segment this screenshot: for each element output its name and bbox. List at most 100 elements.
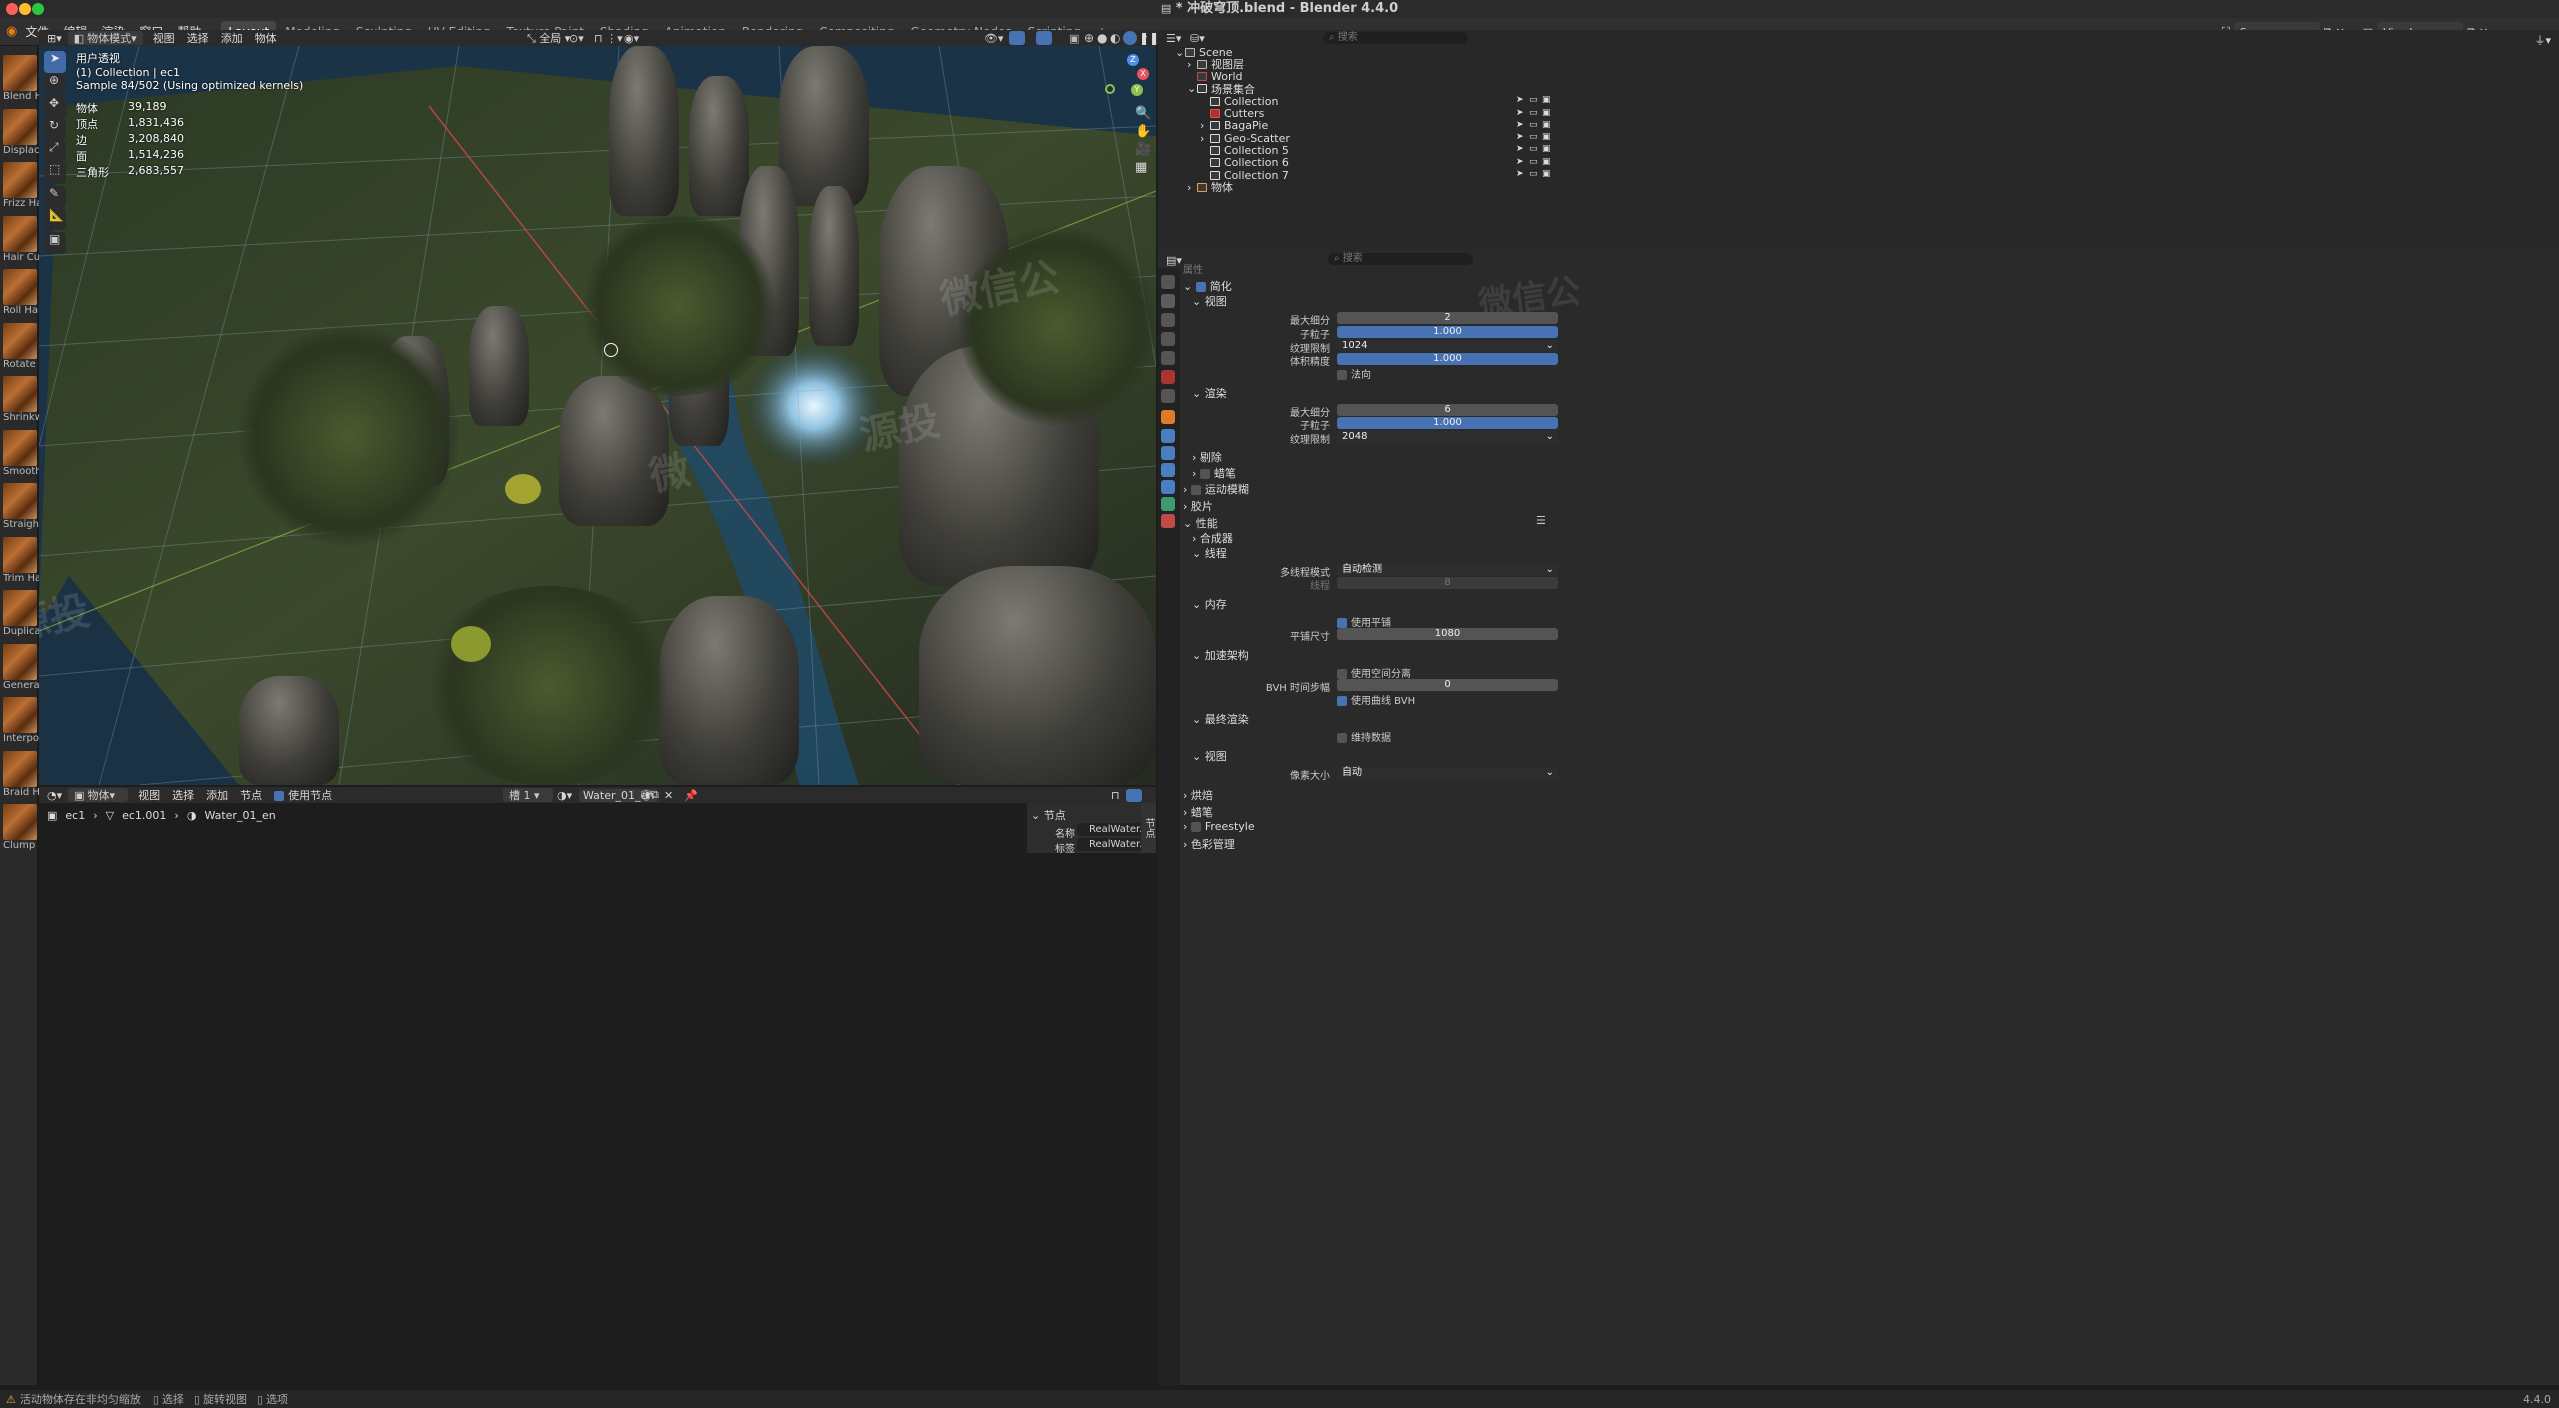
transform-tool[interactable]: ⬚: [44, 162, 66, 184]
render-tab-icon[interactable]: [1161, 294, 1175, 308]
simplify-checkbox[interactable]: [1195, 282, 1206, 292]
render-camera-icon[interactable]: ▣: [1542, 95, 1551, 105]
outliner-row[interactable]: Collection: [1200, 95, 1278, 108]
render-camera-icon[interactable]: ▣: [1542, 120, 1551, 130]
outliner-row[interactable]: Cutters: [1200, 107, 1264, 120]
maximize-window-button[interactable]: [32, 3, 44, 15]
curve-bvh-checkbox[interactable]: [1337, 696, 1347, 706]
editor-type-icon[interactable]: ⊞▾: [47, 32, 62, 45]
child-particles-vp-field[interactable]: 1.000: [1337, 326, 1558, 338]
brush-item[interactable]: Hair Curve: [3, 215, 39, 263]
move-tool[interactable]: ✥: [44, 96, 66, 118]
world-tab-icon[interactable]: [1161, 370, 1175, 384]
performance-panel[interactable]: ⌄ 性能: [1183, 515, 1218, 531]
3d-cursor-icon[interactable]: [604, 343, 618, 357]
shading-solid-icon[interactable]: ●: [1097, 31, 1107, 45]
node-menu-node[interactable]: 节点: [240, 787, 262, 803]
node-side-tab[interactable]: 节点: [1141, 803, 1156, 853]
brush-item[interactable]: Blend Hair: [3, 55, 39, 102]
normals-option[interactable]: 法向: [1337, 366, 1371, 381]
grease-pencil-checkbox[interactable]: [1199, 469, 1210, 479]
selectable-arrow-icon[interactable]: ➤: [1516, 132, 1524, 142]
hide-eye-icon[interactable]: ▭: [1529, 169, 1538, 179]
volume-res-field[interactable]: 1.000: [1337, 353, 1558, 365]
chevron-right-icon[interactable]: ›: [1187, 58, 1197, 71]
brush-item[interactable]: Interpolat: [3, 697, 39, 744]
properties-editor-icon[interactable]: ▤▾: [1166, 254, 1182, 267]
shader-type-selector[interactable]: ▣ 物体 ▾: [68, 788, 129, 802]
selectable-arrow-icon[interactable]: ➤: [1516, 95, 1524, 105]
editor-type-icon[interactable]: ◔▾: [47, 789, 62, 802]
close-window-button[interactable]: [6, 3, 18, 15]
freestyle-panel[interactable]: › Freestyle: [1183, 820, 1255, 833]
duplicate-material-icon[interactable]: ⧉: [651, 788, 659, 802]
grease-pencil-panel[interactable]: › 蜡笔: [1183, 804, 1213, 820]
simplify-panel[interactable]: ⌄ 简化: [1183, 278, 1232, 294]
film-panel[interactable]: › 胶片: [1183, 498, 1213, 514]
scene-tab-icon[interactable]: [1161, 351, 1175, 365]
threads-field[interactable]: 8: [1337, 577, 1558, 589]
select-box-tool[interactable]: ➤: [44, 51, 66, 73]
snap-node-icon[interactable]: ⊓: [1111, 789, 1120, 802]
persistent-data-option[interactable]: 维持数据: [1337, 729, 1391, 744]
brush-item[interactable]: Shrinkwra: [3, 376, 39, 423]
3d-viewport[interactable]: 微信公 源投 微 源投 用户透视 (1) Collection | ec1 Sa…: [39, 46, 1156, 785]
particles-tab-icon[interactable]: [1161, 446, 1175, 460]
brush-item[interactable]: Roll Hair C: [3, 269, 39, 316]
scale-tool[interactable]: ⤢: [44, 140, 66, 162]
blender-logo-icon[interactable]: ◉: [6, 24, 17, 39]
zoom-icon[interactable]: 🔍: [1135, 106, 1151, 121]
render-camera-icon[interactable]: ▣: [1542, 144, 1551, 154]
proportional-edit-icon[interactable]: ◉▾: [624, 32, 639, 45]
hide-eye-icon[interactable]: ▭: [1529, 157, 1538, 167]
outliner-row[interactable]: Collection 6: [1200, 156, 1289, 169]
brush-item[interactable]: Trim Hair: [3, 536, 39, 584]
outliner-row[interactable]: › 物体: [1187, 181, 1233, 195]
hide-eye-icon[interactable]: ▭: [1529, 132, 1538, 142]
brush-item[interactable]: Smooth H: [3, 429, 39, 477]
shading-rendered-icon[interactable]: [1123, 31, 1137, 45]
hide-eye-icon[interactable]: ▭: [1529, 95, 1538, 105]
node-editor-canvas[interactable]: ▣ ec1 › ▽ ec1.001 › ◑ Water_01_en: [39, 803, 1156, 1383]
chevron-right-icon[interactable]: ›: [1200, 132, 1210, 145]
output-tab-icon[interactable]: [1161, 313, 1175, 327]
tex-limit-render-dropdown[interactable]: 2048 ⌄: [1337, 431, 1558, 443]
curve-bvh-option[interactable]: 使用曲线 BVH: [1337, 692, 1415, 707]
freestyle-checkbox[interactable]: [1190, 822, 1201, 832]
brush-item[interactable]: Straighter: [3, 483, 39, 530]
hide-eye-icon[interactable]: ▭: [1529, 108, 1538, 118]
node-menu-select[interactable]: 选择: [172, 787, 194, 803]
bake-panel[interactable]: › 烘焙: [1183, 787, 1213, 803]
use-tiling-checkbox[interactable]: [1337, 618, 1347, 628]
brush-item[interactable]: Clump Hai: [3, 804, 39, 851]
viewport-perf-subpanel[interactable]: ⌄ 视图: [1192, 748, 1227, 764]
collection-tab-icon[interactable]: [1161, 389, 1175, 403]
gizmo-z-axis[interactable]: Z: [1127, 54, 1139, 66]
node-panel-header[interactable]: ⌄ 节点: [1031, 807, 1066, 823]
brush-item[interactable]: Rotate Hair: [3, 322, 39, 370]
spatial-split-option[interactable]: 使用空间分离: [1337, 665, 1411, 680]
color-management-panel[interactable]: › 色彩管理: [1183, 836, 1235, 852]
final-render-subpanel[interactable]: ⌄ 最终渲染: [1192, 711, 1249, 727]
persistent-data-checkbox[interactable]: [1337, 733, 1347, 743]
outliner-editor-icon[interactable]: ☰▾: [1166, 32, 1181, 45]
modifiers-tab-icon[interactable]: [1161, 429, 1175, 443]
xray-icon[interactable]: ▣: [1069, 32, 1079, 45]
camera-view-icon[interactable]: 🎥: [1135, 142, 1151, 157]
navigation-gizmo[interactable]: Z X Y: [1099, 54, 1149, 104]
use-nodes-checkbox[interactable]: [274, 791, 285, 801]
properties-search[interactable]: ⌕ 搜索: [1328, 253, 1473, 265]
snap-icon[interactable]: ⊓ ⋮▾: [594, 32, 623, 45]
gizmo-toggle-icon[interactable]: [1009, 31, 1025, 45]
render-camera-icon[interactable]: ▣: [1542, 108, 1551, 118]
grease-pencil-subpanel[interactable]: › 蜡笔: [1192, 465, 1236, 481]
brush-item[interactable]: Generate H: [3, 643, 39, 691]
object-tab-icon[interactable]: [1161, 410, 1175, 424]
list-icon[interactable]: ☰: [1536, 514, 1546, 527]
outliner-row[interactable]: ⌄ 场景集合: [1187, 82, 1255, 96]
outliner-row[interactable]: › Geo-Scatter: [1200, 132, 1290, 145]
gizmo-y-axis[interactable]: Y: [1131, 84, 1143, 96]
view-layer-tab-icon[interactable]: [1161, 332, 1175, 346]
viewport-menu-add[interactable]: 添加: [221, 30, 243, 46]
memory-subpanel[interactable]: ⌄ 内存: [1192, 596, 1227, 612]
